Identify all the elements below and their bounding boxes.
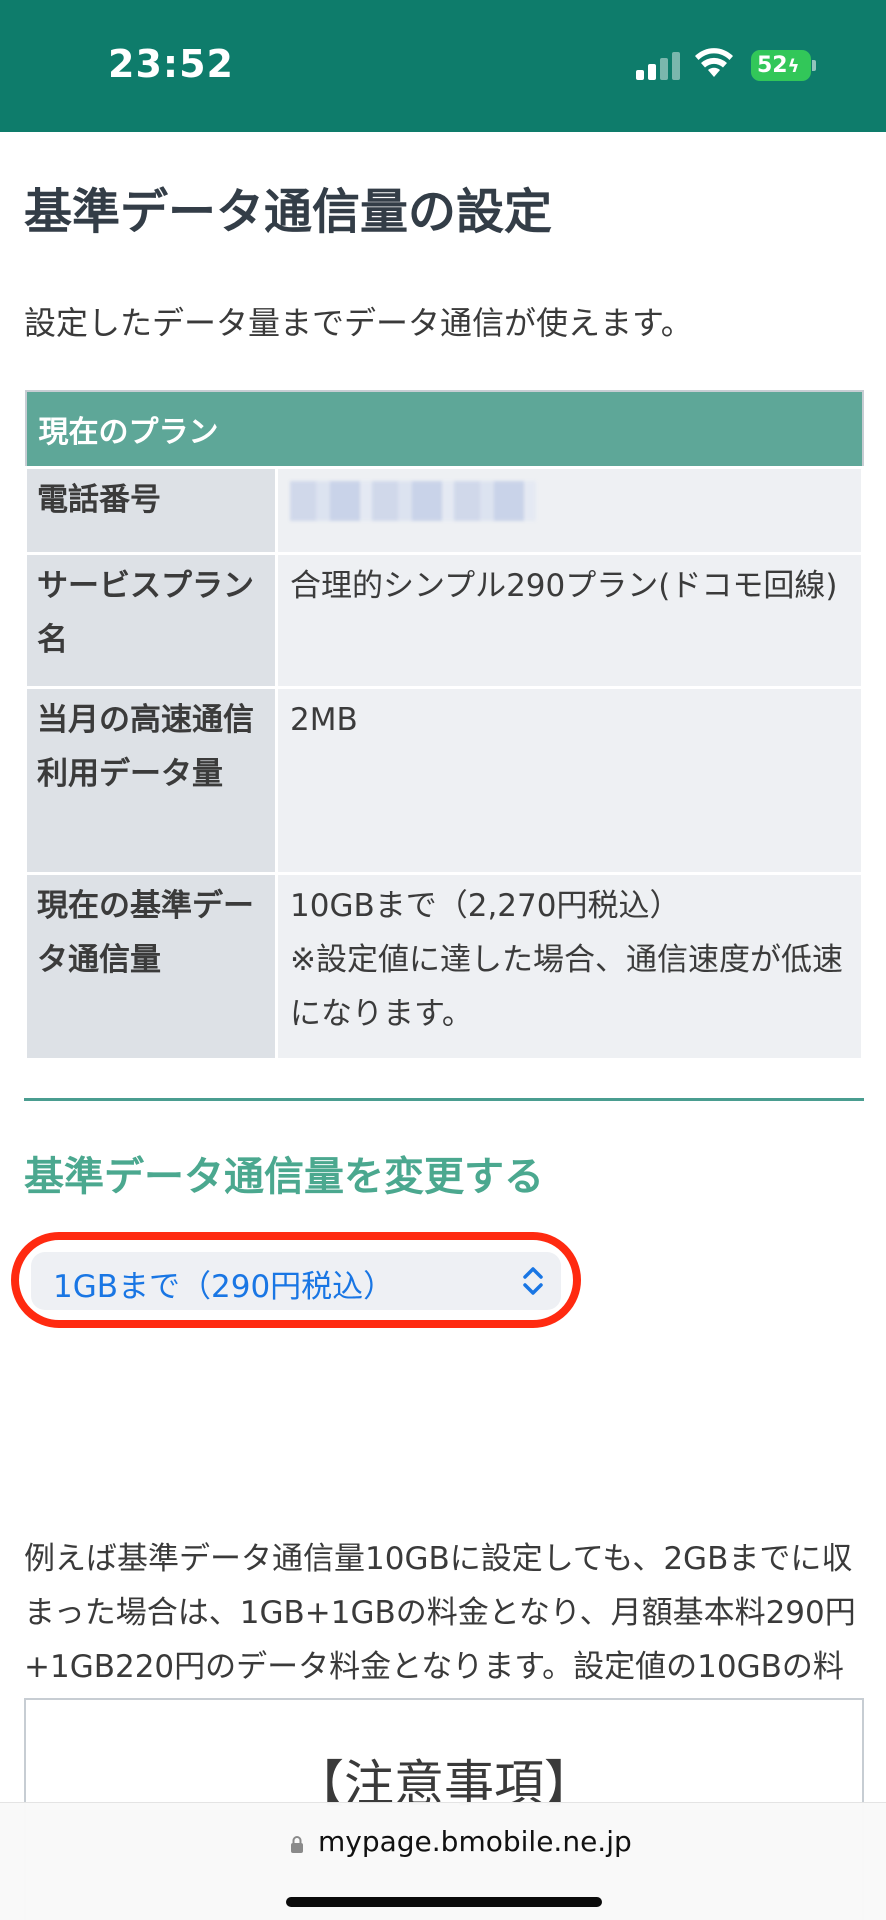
table-row: 現在の基準データ通信量 10GBまで（2,270円税込） ※設定値に達した場合、…	[24, 871, 864, 1061]
current-limit-amount: 10GBまで（2,270円税込）	[290, 887, 681, 924]
battery-icon: 52ϟ	[751, 50, 811, 81]
current-limit-value: 10GBまで（2,270円税込） ※設定値に達した場合、通信速度が低速になります…	[275, 871, 864, 1061]
redacted-phone-number	[290, 480, 536, 521]
section-divider	[24, 1098, 864, 1101]
phone-number-value	[275, 465, 864, 555]
current-limit-label: 現在の基準データ通信量	[24, 871, 278, 1061]
lock-icon	[291, 1836, 303, 1853]
intro-text: 設定したデータ量までデータ通信が使えます。	[24, 304, 693, 342]
wifi-icon	[695, 48, 733, 77]
battery-tip	[812, 60, 816, 71]
battery-level: 52	[757, 53, 788, 78]
page-title: 基準データ通信量の設定	[24, 184, 553, 240]
usage-value: 2MB	[275, 685, 864, 875]
current-limit-note: ※設定値に達した場合、通信速度が低速になります。	[290, 941, 843, 1032]
table-row: サービスプラン名 合理的シンプル290プラン(ドコモ回線)	[24, 551, 864, 689]
charging-bolt-icon: ϟ	[787, 56, 800, 77]
home-indicator[interactable]	[286, 1897, 602, 1907]
current-plan-table: 現在のプラン 電話番号 サービスプラン名 合理的シンプル290プラン(ドコモ回線…	[24, 390, 864, 1061]
change-section-title: 基準データ通信量を変更する	[24, 1154, 544, 1200]
data-limit-select[interactable]: 1GBまで（290円税込）	[31, 1252, 561, 1310]
status-bar: 23:52 52ϟ	[0, 0, 886, 132]
service-plan-value: 合理的シンプル290プラン(ドコモ回線)	[275, 551, 864, 689]
phone-number-label: 電話番号	[24, 465, 278, 555]
highlight-circle: 1GBまで（290円税込）	[11, 1232, 581, 1328]
selected-option: 1GBまで（290円税込）	[53, 1269, 395, 1305]
url-text[interactable]: mypage.bmobile.ne.jp	[318, 1825, 632, 1858]
usage-label: 当月の高速通信利用データ量	[24, 685, 278, 875]
status-time: 23:52	[108, 42, 234, 86]
table-row: 電話番号	[24, 465, 864, 555]
table-header: 現在のプラン	[24, 390, 864, 468]
table-row: 当月の高速通信利用データ量 2MB	[24, 685, 864, 875]
browser-address-bar[interactable]: mypage.bmobile.ne.jp	[0, 1802, 886, 1920]
chevron-up-down-icon	[523, 1267, 543, 1295]
service-plan-label: サービスプラン名	[24, 551, 278, 689]
cellular-signal-icon	[636, 50, 682, 80]
